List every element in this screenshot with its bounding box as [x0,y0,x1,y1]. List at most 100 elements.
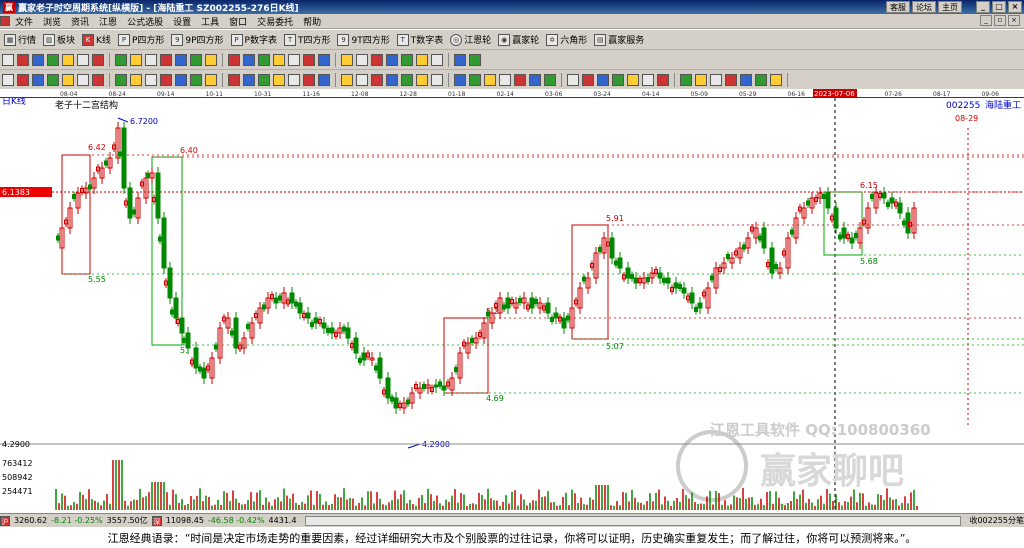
draw-tool-icon[interactable] [582,73,594,86]
draw-tool-icon[interactable] [514,73,526,86]
tb-9p-square[interactable]: 9 9P四方形 [169,33,225,46]
draw-tool-icon[interactable] [160,73,172,86]
maximize-icon[interactable]: □ [992,1,1006,13]
draw-tool-icon[interactable] [770,73,782,86]
draw-tool-icon[interactable] [431,73,443,86]
menu-file[interactable]: 文件 [10,15,38,28]
indicator-tool-icon[interactable] [77,53,89,66]
time-price-box[interactable] [61,154,91,275]
tb-hexagon[interactable]: ✡ 六角形 [544,33,589,46]
link-service[interactable]: 客服 [886,1,910,13]
minimize-icon[interactable]: _ [976,1,990,13]
indicator-tool-icon[interactable] [341,53,353,66]
draw-tool-icon[interactable] [130,73,142,86]
draw-tool-icon[interactable] [228,73,240,86]
draw-tool-icon[interactable] [32,73,44,86]
indicator-tool-icon[interactable] [469,53,481,66]
indicator-tool-icon[interactable] [160,53,172,66]
draw-tool-icon[interactable] [371,73,383,86]
draw-tool-icon[interactable] [755,73,767,86]
draw-tool-icon[interactable] [499,73,511,86]
tb-t-table[interactable]: T T数字表 [395,33,446,46]
draw-tool-icon[interactable] [627,73,639,86]
time-price-box[interactable] [443,317,489,394]
draw-tool-icon[interactable] [454,73,466,86]
draw-tool-icon[interactable] [740,73,752,86]
indicator-tool-icon[interactable] [47,53,59,66]
indicator-tool-icon[interactable] [2,53,14,66]
draw-tool-icon[interactable] [115,73,127,86]
tb-p-table[interactable]: P P数字表 [229,33,279,46]
menu-info[interactable]: 资讯 [66,15,94,28]
indicator-tool-icon[interactable] [228,53,240,66]
draw-tool-icon[interactable] [567,73,579,86]
indicator-tool-icon[interactable] [454,53,466,66]
draw-tool-icon[interactable] [62,73,74,86]
menu-window[interactable]: 窗口 [224,15,252,28]
indicator-tool-icon[interactable] [371,53,383,66]
kline-chart[interactable]: 日K线 老子十二宫结构 002255 海陆重工 08-29 6.1383 6.42… [0,95,1024,513]
horizontal-scrollbar[interactable] [304,515,962,526]
draw-tool-icon[interactable] [190,73,202,86]
tb-t-square[interactable]: T T四方形 [282,33,333,46]
indicator-tool-icon[interactable] [130,53,142,66]
indicator-tool-icon[interactable] [32,53,44,66]
tick-detail-label[interactable]: 收002255分笔 [969,515,1024,526]
tb-p-square[interactable]: P P四方形 [116,33,166,46]
draw-tool-icon[interactable] [47,73,59,86]
child-restore-icon[interactable]: ▫ [994,15,1006,26]
draw-tool-icon[interactable] [401,73,413,86]
menu-settings[interactable]: 设置 [168,15,196,28]
draw-tool-icon[interactable] [597,73,609,86]
child-minimize-icon[interactable]: _ [980,15,992,26]
draw-tool-icon[interactable] [356,73,368,86]
indicator-tool-icon[interactable] [17,53,29,66]
draw-tool-icon[interactable] [273,73,285,86]
indicator-tool-icon[interactable] [273,53,285,66]
draw-tool-icon[interactable] [680,73,692,86]
draw-tool-icon[interactable] [2,73,14,86]
indicator-tool-icon[interactable] [205,53,217,66]
indicator-tool-icon[interactable] [401,53,413,66]
indicator-tool-icon[interactable] [92,53,104,66]
draw-tool-icon[interactable] [258,73,270,86]
draw-tool-icon[interactable] [17,73,29,86]
menu-gann[interactable]: 江恩 [94,15,122,28]
indicator-tool-icon[interactable] [416,53,428,66]
draw-tool-icon[interactable] [657,73,669,86]
menu-help[interactable]: 帮助 [298,15,326,28]
draw-tool-icon[interactable] [484,73,496,86]
tb-kline[interactable]: K K线 [80,33,113,46]
draw-tool-icon[interactable] [386,73,398,86]
draw-tool-icon[interactable] [725,73,737,86]
menu-tools[interactable]: 工具 [196,15,224,28]
menu-trade[interactable]: 交易委托 [252,15,298,28]
indicator-tool-icon[interactable] [175,53,187,66]
draw-tool-icon[interactable] [145,73,157,86]
draw-tool-icon[interactable] [642,73,654,86]
tb-sector[interactable]: ▥ 板块 [41,33,77,46]
menu-formula[interactable]: 公式选股 [122,15,168,28]
draw-tool-icon[interactable] [416,73,428,86]
draw-tool-icon[interactable] [341,73,353,86]
draw-tool-icon[interactable] [469,73,481,86]
child-close-icon[interactable]: × [1008,15,1020,26]
indicator-tool-icon[interactable] [356,53,368,66]
draw-tool-icon[interactable] [243,73,255,86]
draw-tool-icon[interactable] [710,73,722,86]
tb-winner-wheel[interactable]: ◉ 赢家轮 [496,33,541,46]
link-forum[interactable]: 论坛 [912,1,936,13]
indicator-tool-icon[interactable] [190,53,202,66]
draw-tool-icon[interactable] [695,73,707,86]
draw-tool-icon[interactable] [77,73,89,86]
draw-tool-icon[interactable] [303,73,315,86]
tb-quote[interactable]: ▦ 行情 [2,33,38,46]
draw-tool-icon[interactable] [92,73,104,86]
indicator-tool-icon[interactable] [431,53,443,66]
link-home[interactable]: 主页 [938,1,962,13]
draw-tool-icon[interactable] [288,73,300,86]
indicator-tool-icon[interactable] [303,53,315,66]
draw-tool-icon[interactable] [175,73,187,86]
indicator-tool-icon[interactable] [258,53,270,66]
tb-service[interactable]: ▤ 赢家服务 [592,33,646,46]
